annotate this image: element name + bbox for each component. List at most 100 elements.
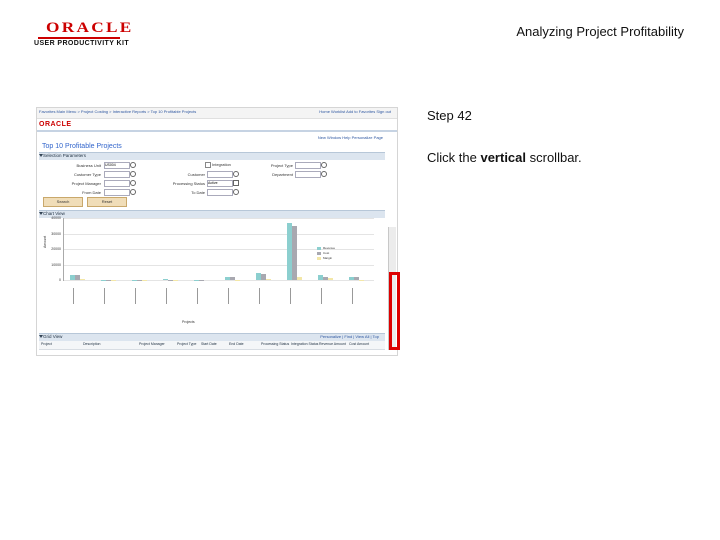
upk-subtitle: USER PRODUCTIVITY KIT [34, 40, 130, 47]
to-date-input[interactable] [207, 189, 233, 196]
top-navigation-bar: Favorites Main Menu > Project Costing > … [37, 108, 397, 119]
page-utility-links[interactable]: New Window Help Personalize Page [318, 135, 383, 140]
reset-button[interactable]: Reset [87, 197, 127, 207]
grid-column-header[interactable]: Project Type [177, 342, 196, 346]
chart-legend: Revenue Cost Margin [317, 246, 335, 261]
grid-column-header[interactable]: Description [83, 342, 101, 346]
scrollbar-highlight[interactable] [389, 272, 400, 350]
from-date-input[interactable] [104, 189, 130, 196]
app-brand-logo: ORACLE [39, 121, 72, 128]
field-label: Project Type [270, 163, 293, 168]
gridline [64, 233, 374, 235]
application-screenshot: Favorites Main Menu > Project Costing > … [36, 107, 398, 356]
field-label: To Date [191, 190, 205, 195]
instruction-prefix: Click the [427, 150, 481, 165]
breadcrumb[interactable]: Favorites Main Menu > Project Costing > … [39, 109, 196, 114]
y-tick-label: 10000 [51, 262, 61, 267]
instruction-text: Click the vertical scrollbar. [427, 150, 582, 165]
selection-parameters-header[interactable]: Selection Parameters [39, 152, 385, 160]
x-tick-mark [228, 288, 229, 304]
project-manager-input[interactable] [104, 180, 130, 187]
y-tick-label: 40000 [51, 216, 61, 220]
section-label: Selection Parameters [43, 153, 87, 158]
bar-margin [297, 276, 302, 280]
gridline [64, 218, 374, 219]
lookup-icon[interactable] [321, 162, 327, 168]
legend-label: Cost [323, 251, 330, 255]
x-tick-mark [352, 288, 353, 304]
integration-checkbox[interactable] [205, 162, 211, 168]
x-tick-mark [259, 288, 260, 304]
bar-margin [328, 278, 333, 280]
business-unit-input[interactable]: US004 [104, 162, 130, 169]
x-tick-mark [321, 288, 322, 304]
slide-title: Analyzing Project Profitability [516, 24, 684, 39]
y-tick-label: 20000 [51, 247, 61, 251]
gridline [64, 280, 374, 281]
customer-input[interactable] [207, 171, 233, 178]
field-label: Business Unit [76, 163, 101, 168]
grid-column-header[interactable]: Integration Status [291, 342, 318, 346]
search-button[interactable]: Search [43, 197, 83, 207]
processing-status-select[interactable]: Active [207, 180, 233, 187]
step-label: Step 42 [427, 108, 472, 123]
x-tick-mark [290, 288, 291, 304]
grid-column-header[interactable]: Processing Status [261, 342, 289, 346]
y-tick-label: 0 [59, 278, 61, 282]
calendar-icon[interactable] [130, 189, 136, 195]
section-label: Grid View [43, 334, 63, 339]
bar-cost [292, 225, 297, 280]
grid-column-header[interactable]: Project Manager [139, 342, 165, 346]
legend-item: Margin [317, 256, 335, 260]
y-tick-label: 30000 [51, 231, 61, 236]
instruction-suffix: scrollbar. [526, 150, 582, 165]
grid-column-header[interactable]: End Date [229, 342, 244, 346]
x-tick-mark [73, 288, 74, 304]
department-input[interactable] [295, 171, 321, 178]
grid-header-row: Project Description Project Manager Project… [39, 341, 385, 350]
grid-column-header[interactable]: Cost Amount [349, 342, 369, 346]
grid-view-header[interactable]: Grid View Personalize | Find | View All … [39, 333, 385, 341]
bar-margin [266, 279, 271, 280]
legend-item: Revenue [317, 246, 335, 250]
logo-divider [38, 37, 120, 39]
dropdown-arrow-icon[interactable] [233, 180, 239, 186]
field-label: Department [272, 172, 293, 177]
grid-column-header[interactable]: Revenue Amount [319, 342, 346, 346]
grid-navigation-links[interactable]: Personalize | Find | View All | Top [320, 334, 379, 339]
field-label: Integration [212, 162, 231, 167]
grid-column-header[interactable]: Project [41, 342, 52, 346]
lookup-icon[interactable] [130, 171, 136, 177]
legend-label: Margin [323, 256, 333, 260]
field-label: Project Manager [71, 181, 101, 186]
field-label: Processing Status [172, 181, 205, 186]
x-tick-mark [135, 288, 136, 304]
lookup-icon[interactable] [130, 162, 136, 168]
x-tick-mark [166, 288, 167, 304]
lookup-icon[interactable] [321, 171, 327, 177]
x-tick-mark [104, 288, 105, 304]
brand-divider [37, 130, 397, 132]
project-type-input[interactable] [295, 162, 321, 169]
gridline [64, 264, 374, 266]
field-label: Customer Type [73, 172, 101, 177]
legend-swatch [317, 256, 321, 260]
field-label: From Date [82, 190, 101, 195]
legend-swatch [317, 246, 321, 250]
chart-x-axis-label: Projects [182, 320, 195, 324]
field-label: Customer [187, 172, 205, 177]
legend-swatch [317, 251, 321, 255]
chart-view-header[interactable]: Chart View [39, 210, 385, 218]
calendar-icon[interactable] [233, 189, 239, 195]
legend-label: Revenue [323, 246, 336, 250]
lookup-icon[interactable] [130, 180, 136, 186]
page-title: Top 10 Profitable Projects [42, 143, 122, 150]
oracle-logo: ORACLE [46, 20, 134, 36]
grid-column-header[interactable]: Start Date [201, 342, 217, 346]
x-tick-mark [197, 288, 198, 304]
customer-type-input[interactable] [104, 171, 130, 178]
instruction-emphasis: vertical [480, 150, 527, 165]
header-links[interactable]: Home Worklist Add to Favorites Sign out [319, 109, 391, 114]
legend-item: Cost [317, 251, 335, 255]
bar-margin [80, 279, 85, 280]
